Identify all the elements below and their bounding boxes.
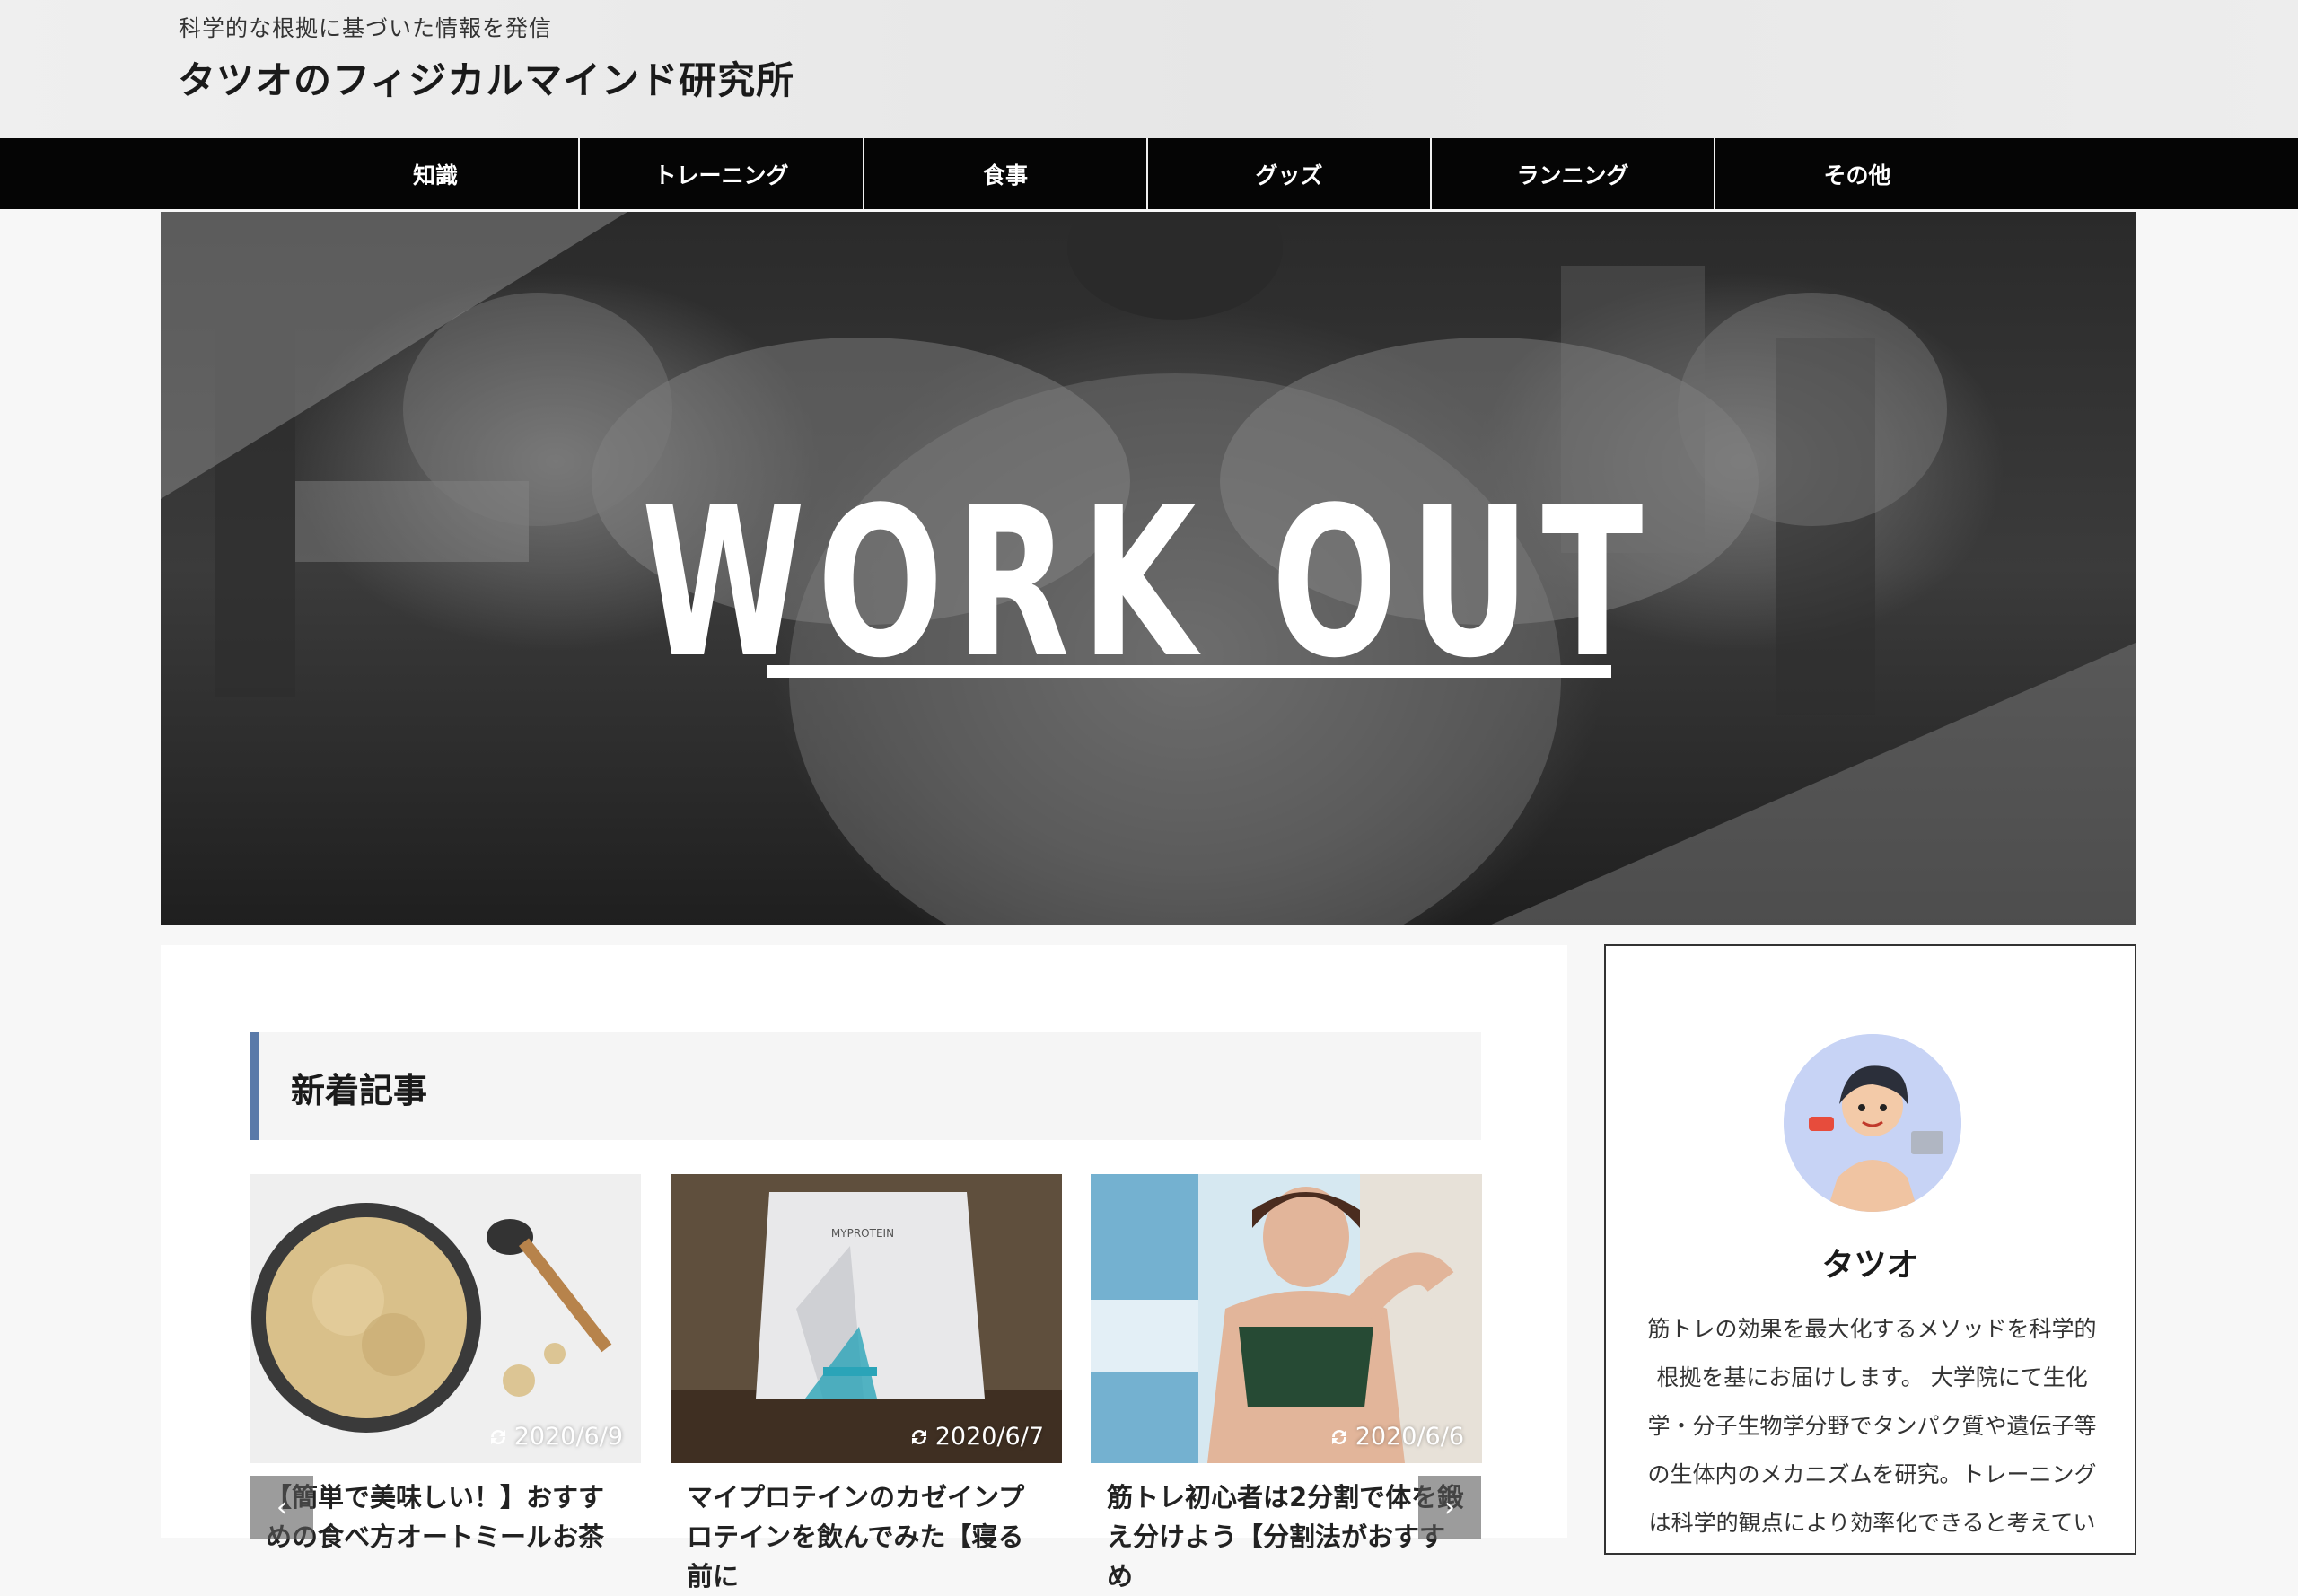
- oatmeal-image: [250, 1174, 641, 1463]
- slider-next-button[interactable]: ›: [1418, 1476, 1481, 1539]
- site-header: 科学的な根拠に基づいた情報を発信 タツオのフィジカルマインド研究所: [0, 0, 2298, 138]
- nav-item-goods[interactable]: グッズ: [1148, 138, 1432, 209]
- article-thumbnail-oatmeal[interactable]: 2020/6/9: [250, 1174, 641, 1463]
- site-tagline: 科学的な根拠に基づいた情報を発信: [179, 15, 553, 41]
- hero-title: WORK OUT: [641, 464, 1655, 704]
- site-title[interactable]: タツオのフィジカルマインド研究所: [178, 50, 794, 105]
- chevron-left-icon: ‹: [276, 1491, 287, 1523]
- avatar-illustration: [1784, 1034, 1961, 1212]
- profile-widget: タツオ 筋トレの効果を最大化するメソッドを科学的根拠を基にお届けします。 大学院…: [1604, 944, 2136, 1555]
- article-card[interactable]: MYPROTEIN 2020/6/7 マイプロテインのカゼインプロテインを飲んで…: [671, 1174, 1062, 1592]
- profile-bio: 筋トレの効果を最大化するメソッドを科学的根拠を基にお届けします。 大学院にて生化…: [1647, 1316, 2097, 1536]
- article-title[interactable]: マイプロテインのカゼインプロテインを飲んでみた【寝る前に: [671, 1478, 1062, 1596]
- woman-flexing-image: [1091, 1174, 1482, 1463]
- hero-underline: [767, 665, 1611, 678]
- hero-banner: WORK OUT: [161, 212, 2136, 925]
- article-thumbnail-casein[interactable]: MYPROTEIN 2020/6/7: [671, 1174, 1062, 1463]
- section-heading: 新着記事: [250, 1032, 1481, 1140]
- article-date: 2020/6/7: [908, 1423, 1044, 1451]
- article-date-text: 2020/6/7: [934, 1423, 1044, 1451]
- avatar: [1784, 1034, 1961, 1212]
- article-date-text: 2020/6/6: [1355, 1423, 1464, 1451]
- refresh-icon: [911, 1429, 926, 1444]
- article-thumbnail-woman-flexing[interactable]: 2020/6/6: [1091, 1174, 1482, 1463]
- global-nav: 知識 トレーニング 食事 グッズ ランニング その他: [0, 138, 2298, 209]
- article-date-text: 2020/6/9: [513, 1423, 623, 1451]
- nav-item-running[interactable]: ランニング: [1432, 138, 1715, 209]
- main-content: 新着記事 2020/6/9 【簡単で美味しい！】おすすめの食べ方オートミールお茶…: [161, 945, 1567, 1592]
- section-heading-text: 新着記事: [291, 1071, 428, 1110]
- article-date: 2020/6/6: [1329, 1423, 1464, 1451]
- nav-item-training[interactable]: トレーニング: [580, 138, 864, 209]
- nav-item-knowledge[interactable]: 知識: [293, 138, 580, 209]
- nav-item-other[interactable]: その他: [1715, 138, 1999, 209]
- refresh-icon: [490, 1429, 505, 1444]
- article-date: 2020/6/9: [487, 1423, 623, 1451]
- chevron-right-icon: ›: [1444, 1491, 1455, 1523]
- profile-name: タツオ: [1821, 1247, 1919, 1284]
- svg-text:MYPROTEIN: MYPROTEIN: [831, 1227, 894, 1240]
- casein-image: MYPROTEIN: [671, 1174, 1062, 1463]
- slider-prev-button[interactable]: ‹: [250, 1476, 313, 1539]
- nav-item-meal[interactable]: 食事: [864, 138, 1148, 209]
- refresh-icon: [1331, 1429, 1346, 1444]
